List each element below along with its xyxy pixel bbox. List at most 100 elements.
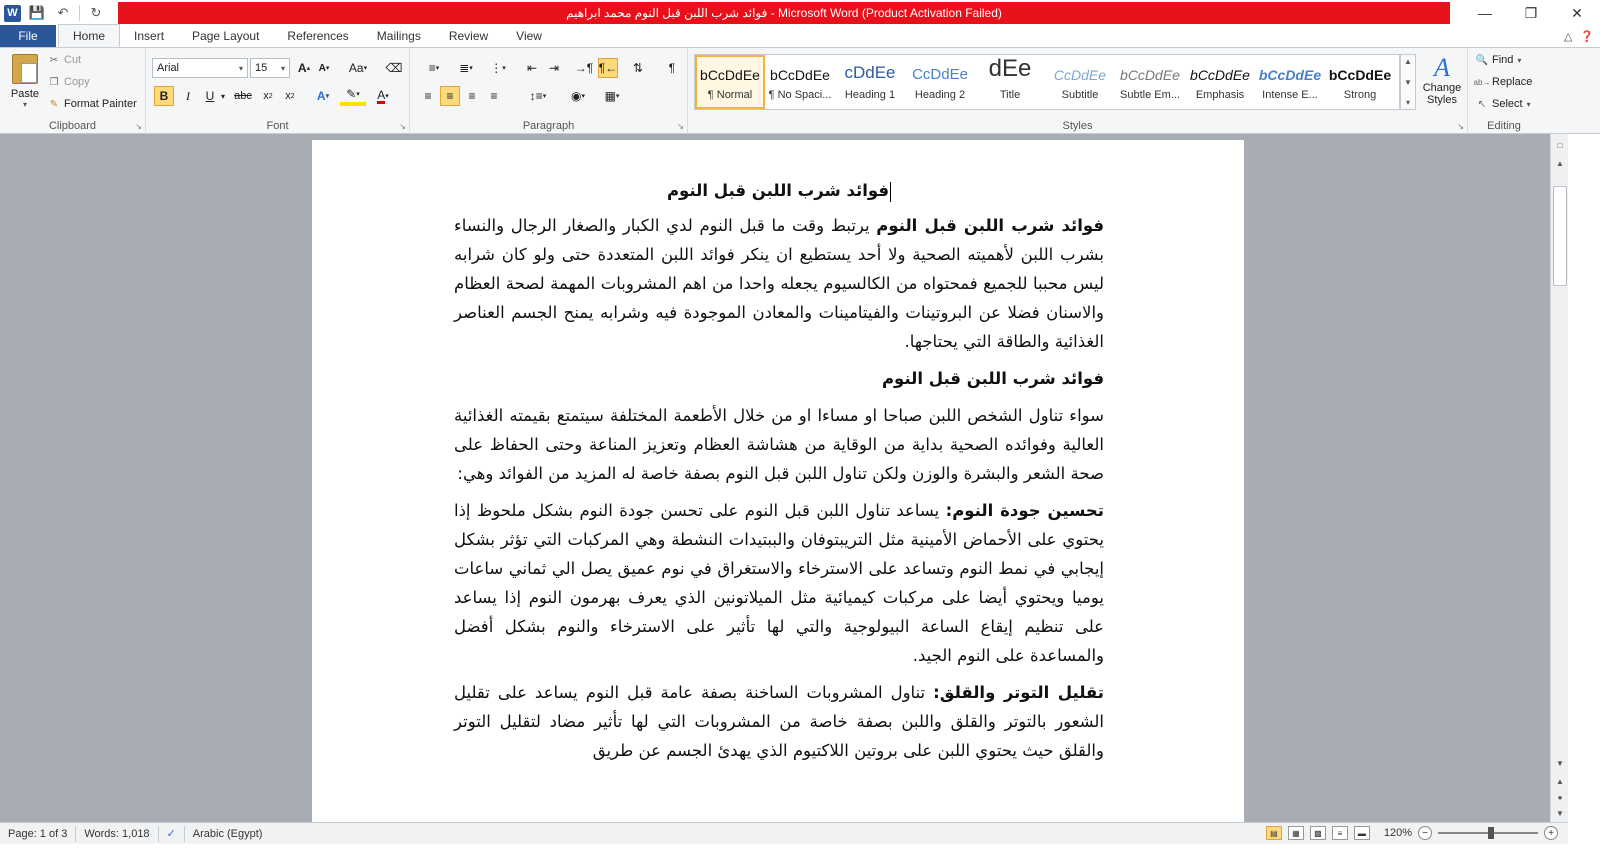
word-logo-icon[interactable]: W xyxy=(4,4,21,22)
find-button[interactable]: 🔍 Find ▾ xyxy=(1476,54,1522,66)
style-strong[interactable]: bCcDdEe Strong xyxy=(1325,55,1395,109)
text-effects-icon[interactable]: A ▾ xyxy=(310,86,336,106)
minimize-ribbon-icon[interactable]: △ xyxy=(1564,30,1572,43)
format-painter-button[interactable]: ✎ Format Painter xyxy=(48,98,137,110)
align-left-icon[interactable]: ≡ xyxy=(418,86,438,106)
font-name-select[interactable]: Arial ▾ xyxy=(152,58,248,78)
align-center-icon[interactable]: ≡ xyxy=(440,86,460,106)
page-count[interactable]: Page: 1 of 3 xyxy=(0,825,77,842)
scroll-up-icon[interactable]: ▲ xyxy=(1553,156,1567,170)
next-page-icon[interactable]: ▼ xyxy=(1553,806,1567,820)
increase-indent-icon[interactable]: ⇥ xyxy=(544,58,564,78)
select-button[interactable]: ↖ Select ▾ xyxy=(1476,98,1531,110)
rtl-direction-icon[interactable]: ¶← xyxy=(598,58,618,78)
shrink-font-icon[interactable]: A ▾ xyxy=(314,58,334,78)
replace-button[interactable]: ab→ Replace xyxy=(1474,76,1533,88)
bullets-icon[interactable]: ≡ ▾ xyxy=(420,58,448,78)
font-color-icon[interactable]: A ▾ xyxy=(370,86,396,106)
vertical-scrollbar[interactable]: □ ▲ ▼ ▲ ● ▼ xyxy=(1550,134,1568,822)
underline-button[interactable]: U xyxy=(200,86,220,106)
word-count[interactable]: Words: 1,018 xyxy=(76,825,159,842)
highlight-icon[interactable]: ✎ ▾ xyxy=(340,86,366,106)
save-icon[interactable]: 💾 xyxy=(27,4,47,22)
scroll-down-icon[interactable]: ▼ xyxy=(1553,756,1567,770)
style-no-spacing[interactable]: bCcDdEe ¶ No Spaci... xyxy=(765,55,835,109)
style-heading-1[interactable]: cDdEe Heading 1 xyxy=(835,55,905,109)
superscript-button[interactable]: x2 xyxy=(280,86,300,106)
clipboard-launcher-icon[interactable]: ↘ xyxy=(135,122,142,131)
underline-dropdown-icon[interactable]: ▾ xyxy=(218,86,228,106)
zoom-slider[interactable] xyxy=(1438,827,1538,839)
style-normal[interactable]: bCcDdEe ¶ Normal xyxy=(695,55,765,109)
browse-object-icon[interactable]: ● xyxy=(1553,790,1567,804)
full-screen-reading-icon[interactable]: ▦ xyxy=(1287,826,1304,840)
font-size-select[interactable]: 15 ▾ xyxy=(250,58,290,78)
multilevel-list-icon[interactable]: ⋮ ▾ xyxy=(484,58,512,78)
undo-icon[interactable]: ↶ xyxy=(53,4,73,22)
align-right-icon[interactable]: ≡ xyxy=(462,86,482,106)
redo-icon[interactable]: ↻ xyxy=(86,4,106,22)
gallery-up-icon[interactable]: ▲ xyxy=(1404,57,1412,66)
tab-page-layout[interactable]: Page Layout xyxy=(178,25,273,47)
tab-review[interactable]: Review xyxy=(435,25,502,47)
bold-button[interactable]: B xyxy=(154,86,174,106)
paragraph-3-lead: تحسين جودة النوم: xyxy=(945,501,1104,520)
document-body[interactable]: فوائد شرب اللبن قبل النوم فوائد شرب اللب… xyxy=(454,176,1104,773)
restore-icon[interactable]: ❐ xyxy=(1508,0,1554,26)
tab-mailings[interactable]: Mailings xyxy=(363,25,435,47)
justify-icon[interactable]: ≡ xyxy=(484,86,504,106)
style-heading-2[interactable]: CcDdEe Heading 2 xyxy=(905,55,975,109)
clear-formatting-icon[interactable]: ⌫ xyxy=(384,58,404,78)
language-indicator[interactable]: Arabic (Egypt) xyxy=(185,826,271,842)
zoom-level[interactable]: 120% xyxy=(1384,827,1412,839)
borders-icon[interactable]: ▦ ▾ xyxy=(598,86,626,106)
change-styles-button[interactable]: A Change Styles xyxy=(1420,54,1464,114)
zoom-in-icon[interactable]: + xyxy=(1544,826,1558,840)
subscript-button[interactable]: x2 xyxy=(258,86,278,106)
help-icon[interactable]: ❓ xyxy=(1580,30,1594,43)
zoom-out-icon[interactable]: − xyxy=(1418,826,1432,840)
ruler-toggle-icon[interactable]: □ xyxy=(1553,138,1567,152)
tab-view[interactable]: View xyxy=(502,25,556,47)
paragraph-launcher-icon[interactable]: ↘ xyxy=(677,122,684,131)
tab-file[interactable]: File xyxy=(0,25,56,47)
document-page[interactable]: فوائد شرب اللبن قبل النوم فوائد شرب اللب… xyxy=(312,140,1244,822)
style-emphasis[interactable]: bCcDdEe Emphasis xyxy=(1185,55,1255,109)
grow-font-icon[interactable]: A ▴ xyxy=(294,58,314,78)
tab-insert[interactable]: Insert xyxy=(120,25,178,47)
change-case-icon[interactable]: Aa ▾ xyxy=(344,58,372,78)
proofing-icon[interactable]: ✓ xyxy=(159,825,185,842)
web-layout-icon[interactable]: ▩ xyxy=(1309,826,1326,840)
line-spacing-icon[interactable]: ↕≡ ▾ xyxy=(524,86,552,106)
decrease-indent-icon[interactable]: ⇤ xyxy=(522,58,542,78)
copy-button[interactable]: ❐ Copy xyxy=(48,76,90,88)
tab-references[interactable]: References xyxy=(273,25,362,47)
style-preview: bCcDdEe xyxy=(700,67,760,83)
cut-button[interactable]: ✂ Cut xyxy=(48,54,81,66)
previous-page-icon[interactable]: ▲ xyxy=(1553,774,1567,788)
outline-icon[interactable]: ≡ xyxy=(1331,826,1348,840)
font-launcher-icon[interactable]: ↘ xyxy=(399,122,406,131)
gallery-down-icon[interactable]: ▼ xyxy=(1404,78,1412,87)
style-subtitle[interactable]: CcDdEe Subtitle xyxy=(1045,55,1115,109)
draft-icon[interactable]: ▬ xyxy=(1353,826,1370,840)
paste-button[interactable]: Paste ▾ xyxy=(6,54,44,112)
scroll-thumb[interactable] xyxy=(1553,186,1567,286)
show-marks-icon[interactable]: ¶ xyxy=(662,58,682,78)
zoom-slider-thumb[interactable] xyxy=(1487,827,1494,839)
ltr-direction-icon[interactable]: →¶ xyxy=(574,58,594,78)
shading-icon[interactable]: ◉ ▾ xyxy=(564,86,592,106)
print-layout-icon[interactable]: ▤ xyxy=(1265,826,1282,840)
close-icon[interactable]: ✕ xyxy=(1554,0,1600,26)
numbering-icon[interactable]: ≣ ▾ xyxy=(452,58,480,78)
minimize-icon[interactable]: — xyxy=(1462,0,1508,26)
style-subtle-emphasis[interactable]: bCcDdEe Subtle Em... xyxy=(1115,55,1185,109)
gallery-more-icon[interactable]: ▾ xyxy=(1406,98,1410,107)
style-title[interactable]: dEe Title xyxy=(975,55,1045,109)
sort-icon[interactable]: ⇅ xyxy=(628,58,648,78)
style-intense-emphasis[interactable]: bCcDdEe Intense E... xyxy=(1255,55,1325,109)
italic-button[interactable]: I xyxy=(178,86,198,106)
strikethrough-button[interactable]: abc xyxy=(232,86,254,106)
styles-launcher-icon[interactable]: ↘ xyxy=(1457,122,1464,131)
tab-home[interactable]: Home xyxy=(58,24,121,47)
